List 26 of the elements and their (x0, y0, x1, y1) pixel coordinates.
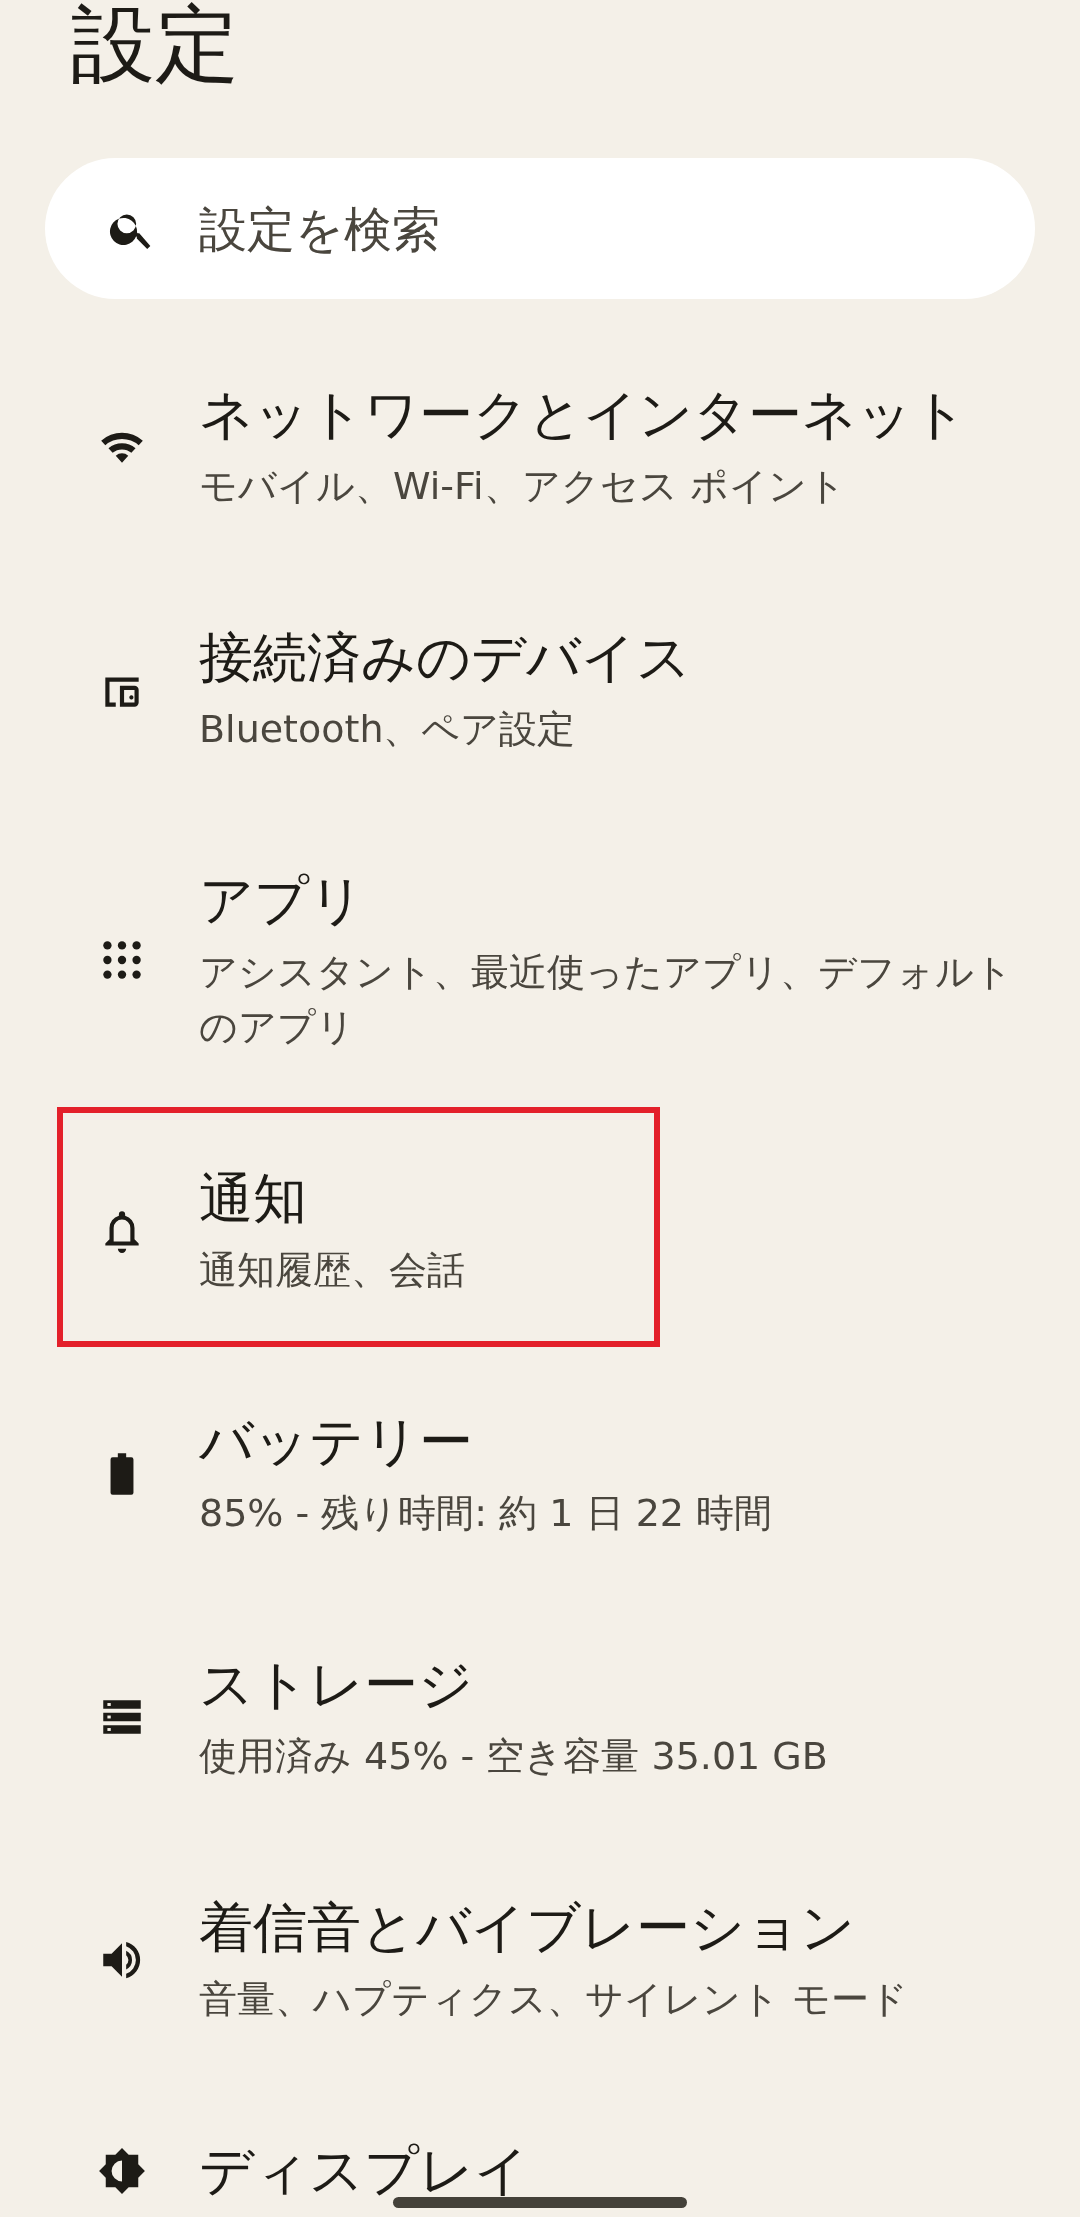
item-title: 接続済みのデバイス (199, 625, 691, 691)
settings-item[interactable]: ディスプレイ (0, 2081, 1080, 2217)
item-title: ディスプレイ (199, 2138, 529, 2204)
settings-item[interactable]: ネットワークとインターネット モバイル、Wi-Fi、アクセス ポイント (0, 325, 1080, 568)
settings-item[interactable]: 着信音とバイブレーション 音量、ハプティクス、サイレント モード (0, 1838, 1080, 2081)
item-subtitle: モバイル、Wi-Fi、アクセス ポイント (199, 463, 847, 510)
item-subtitle: 通知履歴、会話 (199, 1247, 465, 1294)
settings-item[interactable]: 接続済みのデバイス Bluetooth、ペア設定 (0, 568, 1080, 811)
item-title: 通知 (199, 1166, 308, 1232)
settings-item[interactable]: ストレージ 使用済み 45% - 空き容量 35.01 GB (0, 1595, 1080, 1838)
settings-item[interactable]: アプリ アシスタント、最近使ったアプリ、デフォルトのアプリ (0, 811, 1080, 1109)
item-title: バッテリー (199, 1409, 474, 1475)
item-subtitle: 音量、ハプティクス、サイレント モード (199, 1976, 909, 2023)
settings-item[interactable]: バッテリー 85% - 残り時間: 約 1 日 22 時間 (0, 1352, 1080, 1595)
search-field[interactable]: 設定を検索 (45, 158, 1035, 299)
settings-item[interactable]: 通知 通知履歴、会話 (0, 1109, 1080, 1352)
item-title: ストレージ (199, 1652, 474, 1718)
item-title: ネットワークとインターネット (199, 382, 967, 448)
item-subtitle: 使用済み 45% - 空き容量 35.01 GB (199, 1733, 828, 1780)
brightness-icon (97, 2146, 147, 2196)
item-subtitle: Bluetooth、ペア設定 (199, 706, 577, 753)
item-title: 着信音とバイブレーション (199, 1895, 856, 1961)
item-subtitle: アシスタント、最近使ったアプリ、デフォルトのアプリ (199, 949, 1014, 1051)
item-subtitle: 85% - 残り時間: 約 1 日 22 時間 (199, 1490, 773, 1537)
item-title: アプリ (199, 868, 365, 934)
page-title: 設定 (71, 2, 240, 86)
